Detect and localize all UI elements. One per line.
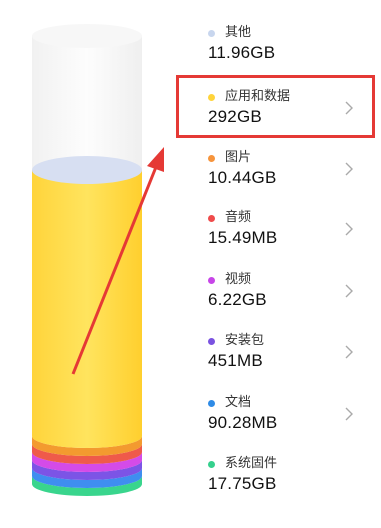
- annotation-arrow: [71, 147, 164, 375]
